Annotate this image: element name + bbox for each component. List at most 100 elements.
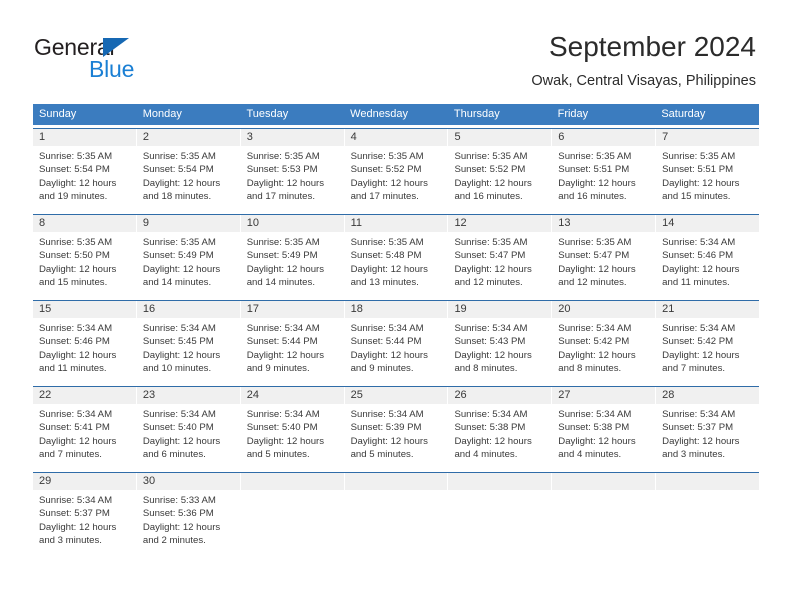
day-cell[interactable]: 1 Sunrise: 5:35 AM Sunset: 5:54 PM Daylight…	[33, 129, 137, 210]
weekday-header-wednesday: Wednesday	[350, 108, 409, 120]
daylight-text-line1: Daylight: 12 hours	[558, 435, 636, 447]
day-number: 30	[136, 473, 240, 490]
sunset-text: Sunset: 5:46 PM	[662, 250, 734, 262]
day-info: Sunrise: 5:34 AM Sunset: 5:42 PM Daylight:…	[552, 318, 655, 382]
calendar-weeks: 1 Sunrise: 5:35 AM Sunset: 5:54 PM Daylight…	[33, 128, 760, 554]
sunrise-text: Sunrise: 5:34 AM	[454, 409, 528, 420]
day-cell[interactable]: 30 Sunrise: 5:33 AM Sunset: 5:36 PM Dayligh…	[136, 473, 241, 554]
week-cells: 15 Sunrise: 5:34 AM Sunset: 5:46 PM Dayligh…	[33, 301, 760, 382]
day-number: 22	[33, 387, 136, 404]
generalblue-logo[interactable]: General Blue	[34, 34, 164, 82]
day-cell[interactable]: 10 Sunrise: 5:35 AM Sunset: 5:49 PM Dayligh…	[240, 215, 345, 296]
page-header: General Blue September 2024 Owak, Centra…	[0, 0, 792, 103]
sunrise-text: Sunrise: 5:35 AM	[246, 151, 320, 162]
day-cell[interactable]: 16 Sunrise: 5:34 AM Sunset: 5:45 PM Dayligh…	[136, 301, 241, 382]
daylight-text-line2: and 4 minutes.	[558, 449, 622, 461]
day-cell[interactable]: 20 Sunrise: 5:34 AM Sunset: 5:42 PM Dayligh…	[552, 301, 657, 382]
sunset-text: Sunset: 5:42 PM	[662, 336, 734, 348]
day-cell[interactable]: 11 Sunrise: 5:35 AM Sunset: 5:48 PM Dayligh…	[344, 215, 449, 296]
day-cell[interactable]: 17 Sunrise: 5:34 AM Sunset: 5:44 PM Dayligh…	[240, 301, 345, 382]
day-info: Sunrise: 5:35 AM Sunset: 5:52 PM Daylight:…	[448, 146, 551, 210]
daylight-text-line1: Daylight: 12 hours	[142, 349, 221, 361]
day-cell[interactable]: 3 Sunrise: 5:35 AM Sunset: 5:53 PM Daylight…	[240, 129, 345, 210]
day-number: 1	[33, 129, 136, 146]
day-cell[interactable]: 29 Sunrise: 5:34 AM Sunset: 5:37 PM Dayligh…	[33, 473, 137, 554]
day-number: 15	[33, 301, 136, 318]
daylight-text-line2: and 10 minutes.	[142, 363, 212, 375]
daylight-text-line2: and 9 minutes.	[350, 363, 414, 375]
weekday-header-monday: Monday	[142, 108, 182, 120]
day-info: Sunrise: 5:34 AM Sunset: 5:38 PM Daylight:…	[552, 404, 655, 468]
day-cell[interactable]: 25 Sunrise: 5:34 AM Sunset: 5:39 PM Dayligh…	[344, 387, 449, 468]
day-info: Sunrise: 5:35 AM Sunset: 5:49 PM Daylight:…	[137, 232, 240, 296]
day-cell[interactable]: 23 Sunrise: 5:34 AM Sunset: 5:40 PM Dayligh…	[136, 387, 241, 468]
day-number: 8	[33, 215, 136, 232]
daylight-text-line2: and 5 minutes.	[246, 449, 310, 461]
daylight-text-line2: and 15 minutes.	[39, 277, 108, 289]
sunset-text: Sunset: 5:51 PM	[662, 164, 734, 176]
day-number: 14	[656, 215, 760, 232]
day-info: Sunrise: 5:35 AM Sunset: 5:47 PM Daylight:…	[552, 232, 655, 296]
sunrise-text: Sunrise: 5:35 AM	[350, 237, 424, 248]
day-info: Sunrise: 5:35 AM Sunset: 5:48 PM Daylight:…	[345, 232, 448, 296]
daylight-text-line1: Daylight: 12 hours	[350, 177, 428, 189]
sunset-text: Sunset: 5:37 PM	[662, 422, 734, 434]
day-number: 17	[240, 301, 344, 318]
day-info	[241, 490, 344, 500]
day-cell[interactable]: 5 Sunrise: 5:35 AM Sunset: 5:52 PM Daylight…	[448, 129, 553, 210]
day-cell[interactable]: 22 Sunrise: 5:34 AM Sunset: 5:41 PM Dayligh…	[33, 387, 137, 468]
day-cell[interactable]: 6 Sunrise: 5:35 AM Sunset: 5:51 PM Daylight…	[552, 129, 657, 210]
sunset-text: Sunset: 5:47 PM	[454, 250, 526, 262]
sunset-text: Sunset: 5:46 PM	[39, 336, 110, 348]
daylight-text-line2: and 14 minutes.	[246, 277, 315, 289]
sunrise-text: Sunrise: 5:34 AM	[454, 323, 528, 334]
daylight-text-line1: Daylight: 12 hours	[39, 435, 117, 447]
day-cell[interactable]: 12 Sunrise: 5:35 AM Sunset: 5:47 PM Dayligh…	[448, 215, 553, 296]
day-cell[interactable]: 13 Sunrise: 5:35 AM Sunset: 5:47 PM Dayligh…	[552, 215, 657, 296]
sunrise-text: Sunrise: 5:34 AM	[558, 409, 632, 420]
day-cell[interactable]: 8 Sunrise: 5:35 AM Sunset: 5:50 PM Daylight…	[33, 215, 137, 296]
daylight-text-line2: and 18 minutes.	[142, 191, 212, 203]
day-number: 27	[552, 387, 656, 404]
day-number: 10	[240, 215, 344, 232]
day-cell[interactable]: 15 Sunrise: 5:34 AM Sunset: 5:46 PM Dayligh…	[33, 301, 137, 382]
day-cell[interactable]: 4 Sunrise: 5:35 AM Sunset: 5:52 PM Daylight…	[344, 129, 449, 210]
sunset-text: Sunset: 5:52 PM	[350, 164, 422, 176]
day-cell-empty	[344, 473, 449, 554]
logo-triangle-icon	[103, 38, 129, 57]
day-number: 25	[344, 387, 448, 404]
week-cells: 29 Sunrise: 5:34 AM Sunset: 5:37 PM Dayligh…	[33, 473, 760, 554]
day-cell[interactable]: 9 Sunrise: 5:35 AM Sunset: 5:49 PM Daylight…	[136, 215, 241, 296]
daylight-text-line1: Daylight: 12 hours	[454, 177, 532, 189]
sunrise-text: Sunrise: 5:34 AM	[662, 237, 736, 248]
day-info: Sunrise: 5:34 AM Sunset: 5:44 PM Daylight:…	[241, 318, 344, 382]
daylight-text-line1: Daylight: 12 hours	[350, 263, 428, 275]
day-number: 28	[656, 387, 760, 404]
day-cell[interactable]: 18 Sunrise: 5:34 AM Sunset: 5:44 PM Dayligh…	[344, 301, 449, 382]
day-info: Sunrise: 5:33 AM Sunset: 5:36 PM Daylight:…	[137, 490, 240, 554]
day-cell[interactable]: 14 Sunrise: 5:34 AM Sunset: 5:46 PM Dayligh…	[656, 215, 760, 296]
page-subtitle: Owak, Central Visayas, Philippines	[531, 73, 756, 89]
sunrise-text: Sunrise: 5:34 AM	[350, 323, 424, 334]
daylight-text-line2: and 9 minutes.	[246, 363, 310, 375]
day-cell[interactable]: 7 Sunrise: 5:35 AM Sunset: 5:51 PM Daylight…	[656, 129, 760, 210]
daylight-text-line2: and 4 minutes.	[454, 449, 518, 461]
day-cell-empty	[656, 473, 760, 554]
day-number: 24	[240, 387, 344, 404]
day-info: Sunrise: 5:35 AM Sunset: 5:54 PM Daylight:…	[33, 146, 136, 210]
calendar-week-row: 8 Sunrise: 5:35 AM Sunset: 5:50 PM Daylight…	[33, 214, 760, 296]
sunrise-text: Sunrise: 5:34 AM	[142, 409, 216, 420]
day-cell[interactable]: 19 Sunrise: 5:34 AM Sunset: 5:43 PM Dayligh…	[448, 301, 553, 382]
sunset-text: Sunset: 5:50 PM	[39, 250, 110, 262]
day-cell[interactable]: 2 Sunrise: 5:35 AM Sunset: 5:54 PM Daylight…	[136, 129, 241, 210]
day-cell[interactable]: 27 Sunrise: 5:34 AM Sunset: 5:38 PM Dayligh…	[552, 387, 657, 468]
sunrise-text: Sunrise: 5:34 AM	[662, 323, 736, 334]
daylight-text-line2: and 7 minutes.	[39, 449, 102, 461]
daylight-text-line2: and 12 minutes.	[454, 277, 523, 289]
day-cell[interactable]: 21 Sunrise: 5:34 AM Sunset: 5:42 PM Dayligh…	[656, 301, 760, 382]
day-cell[interactable]: 26 Sunrise: 5:34 AM Sunset: 5:38 PM Dayligh…	[448, 387, 553, 468]
calendar-week-row: 22 Sunrise: 5:34 AM Sunset: 5:41 PM Dayligh…	[33, 386, 760, 468]
logo-text-blue: Blue	[89, 56, 135, 82]
day-cell[interactable]: 28 Sunrise: 5:34 AM Sunset: 5:37 PM Dayligh…	[656, 387, 760, 468]
day-cell[interactable]: 24 Sunrise: 5:34 AM Sunset: 5:40 PM Dayligh…	[240, 387, 345, 468]
